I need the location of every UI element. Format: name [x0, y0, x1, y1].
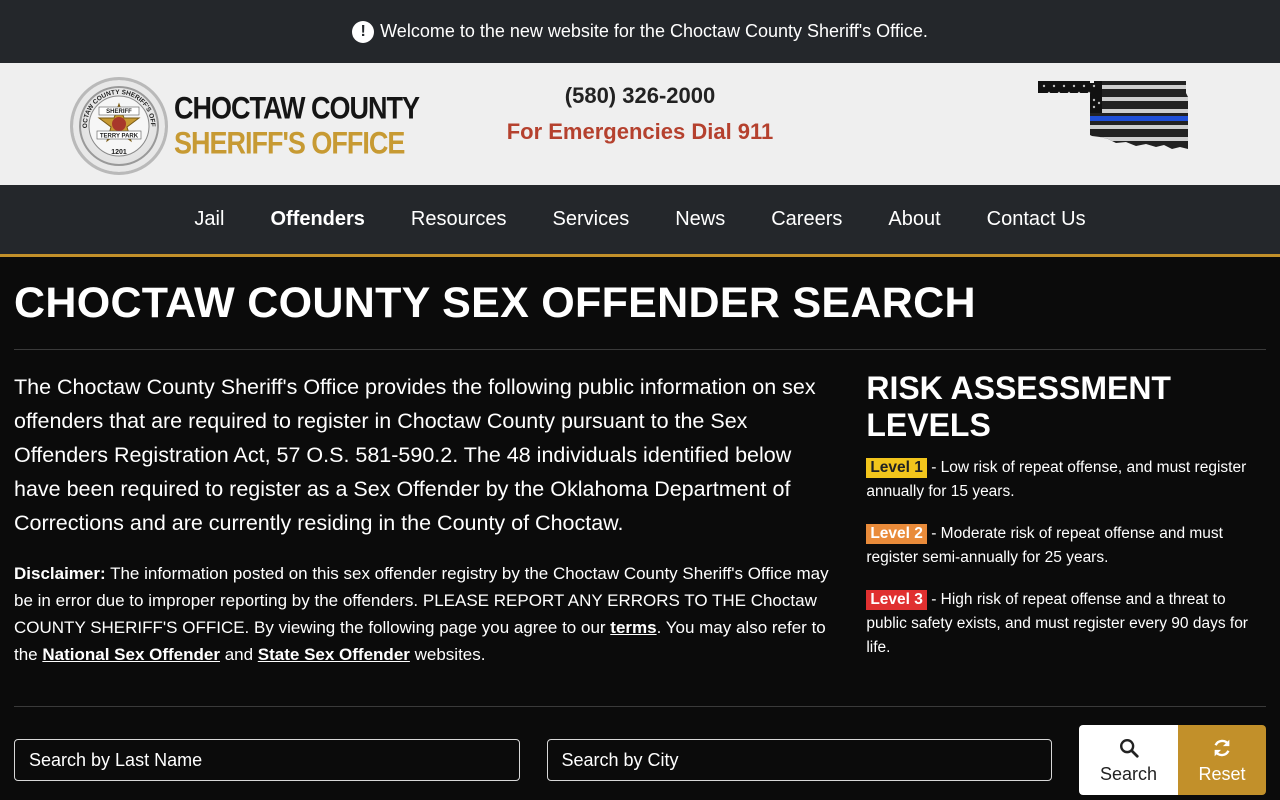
nav-resources[interactable]: Resources — [388, 208, 530, 231]
nav-contact-us[interactable]: Contact Us — [964, 208, 1109, 231]
refresh-icon — [1214, 739, 1230, 756]
disclaimer: Disclaimer: The information posted on th… — [14, 560, 843, 668]
level-2-badge: Level 2 — [866, 524, 927, 544]
intro-text: The Choctaw County Sheriff's Office prov… — [14, 375, 816, 535]
announcement-text: Welcome to the new website for the Choct… — [380, 21, 928, 41]
level-3-badge: Level 3 — [866, 590, 927, 610]
nav-news[interactable]: News — [652, 208, 748, 231]
risk-level-2: Level 2 - Moderate risk of repeat offens… — [866, 522, 1266, 570]
national-sex-offender-link[interactable]: National Sex Offender — [42, 645, 220, 664]
nav-offenders[interactable]: Offenders — [247, 208, 387, 231]
level-1-badge: Level 1 — [866, 458, 927, 478]
reset-button-label: Reset — [1198, 763, 1246, 784]
search-icon — [1119, 738, 1139, 758]
search-button-label: Search — [1099, 763, 1158, 784]
search-actions: Search Reset — [1079, 725, 1266, 795]
page-title: CHOCTAW COUNTY SEX OFFENDER SEARCH — [14, 279, 976, 327]
risk-levels-title: RISK ASSESSMENT LEVELS — [866, 370, 1171, 443]
nav-careers[interactable]: Careers — [748, 208, 865, 231]
nav-services[interactable]: Services — [530, 208, 653, 231]
risk-levels-panel: RISK ASSESSMENT LEVELS Level 1 - Low ris… — [866, 370, 1266, 668]
divider — [14, 706, 1266, 707]
announcement-bar: ! Welcome to the new website for the Cho… — [0, 0, 1280, 63]
nav-about[interactable]: About — [865, 208, 963, 231]
main-content: CHOCTAW COUNTY SEX OFFENDER SEARCH The C… — [0, 257, 1280, 795]
alert-circle-icon: ! — [352, 20, 375, 43]
intro-column: The Choctaw County Sheriff's Office prov… — [14, 370, 843, 668]
search-button[interactable]: Search — [1079, 725, 1178, 795]
last-name-search-input[interactable] — [14, 739, 520, 781]
badge-number-text: 1201 — [111, 149, 127, 156]
risk-level-1: Level 1 - Low risk of repeat offense, an… — [866, 456, 1266, 504]
divider — [14, 349, 1266, 350]
oklahoma-thin-blue-line-flag-icon — [1036, 79, 1188, 156]
state-sex-offender-link[interactable]: State Sex Offender — [258, 645, 410, 664]
reset-button[interactable]: Reset — [1178, 725, 1266, 795]
site-header: SHERIFF TERRY PARK 1201 CHOCTAW COUNTY S… — [0, 63, 1280, 185]
nav-jail[interactable]: Jail — [171, 208, 247, 231]
main-nav: Jail Offenders Resources Services News C… — [0, 185, 1280, 257]
disclaimer-text-3: and — [219, 645, 258, 664]
disclaimer-text-4: websites. — [409, 645, 486, 664]
risk-level-3: Level 3 - High risk of repeat offense an… — [866, 588, 1266, 660]
city-search-input[interactable] — [546, 739, 1052, 781]
disclaimer-label: Disclaimer: — [14, 564, 106, 583]
search-form: Search Reset — [14, 725, 1266, 795]
terms-link[interactable]: terms — [610, 618, 656, 637]
